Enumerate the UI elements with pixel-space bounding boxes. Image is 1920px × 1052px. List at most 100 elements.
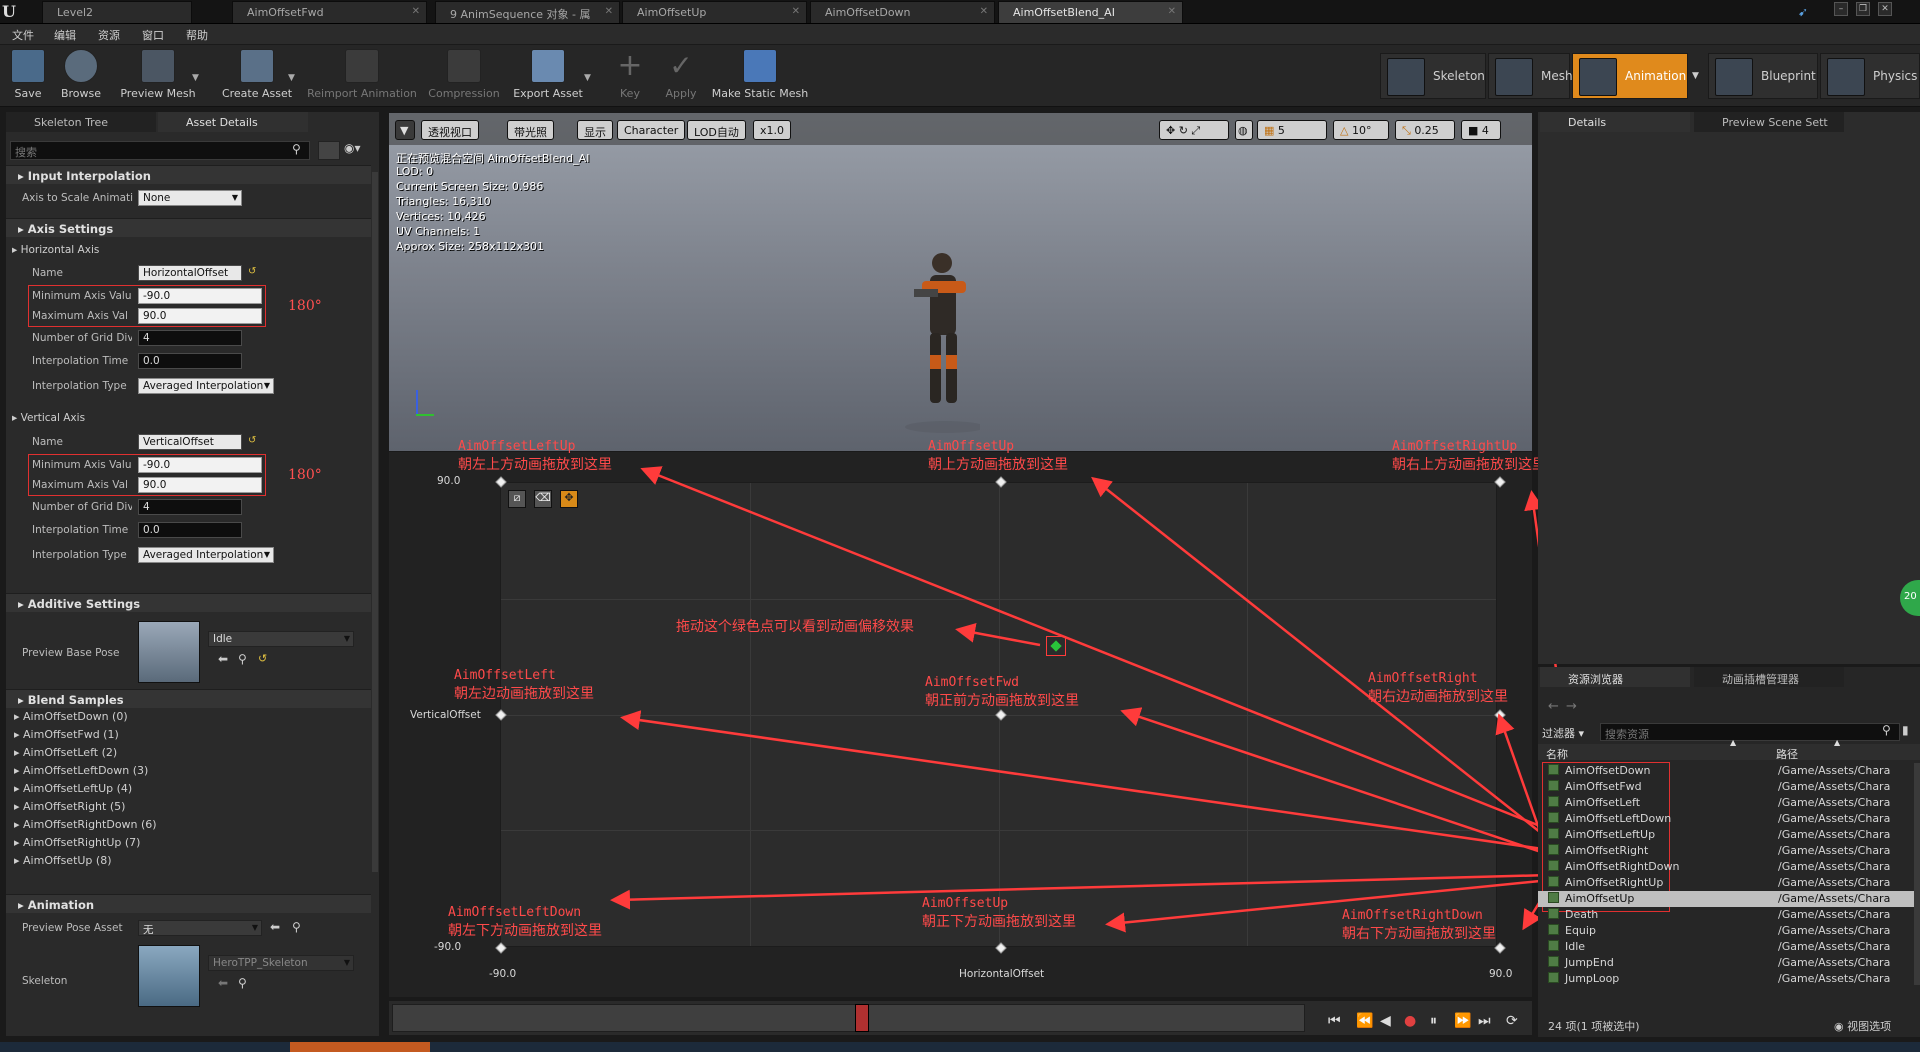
lit-button[interactable]: 带光照 — [507, 120, 554, 140]
save-button[interactable]: Save — [6, 47, 50, 105]
tab-aimoffsetdown[interactable]: AimOffsetDown ✕ — [810, 1, 995, 23]
expand-icon[interactable]: ▸ — [14, 764, 23, 777]
mode-animation[interactable]: Animation — [1572, 53, 1688, 99]
tab-aimoffsetfwd[interactable]: AimOffsetFwd ✕ — [232, 1, 427, 23]
viewport-menu-button[interactable]: ▼ — [395, 120, 415, 140]
expand-icon[interactable]: ▸ — [14, 746, 23, 759]
browse-button[interactable]: Browse — [56, 47, 106, 105]
play-reverse-icon[interactable]: ◀ — [1380, 1013, 1391, 1029]
pause-icon[interactable]: ⏸ — [1430, 1013, 1437, 1029]
h-max-field[interactable]: 90.0 — [138, 308, 262, 324]
h-name-field[interactable]: HorizontalOffset — [138, 265, 242, 281]
menu-window[interactable]: 窗口 — [142, 27, 164, 43]
reimport-button[interactable]: Reimport Animation — [306, 47, 418, 105]
scale-snap[interactable]: ⤡ 0.25 — [1395, 120, 1455, 140]
chevron-down-icon[interactable]: ▼ — [288, 73, 295, 83]
close-icon[interactable]: ✕ — [412, 6, 420, 17]
fit-icon[interactable]: ✥ — [560, 490, 578, 508]
asset-row[interactable]: AimOffsetFwd/Game/Assets/Chara — [1538, 779, 1914, 795]
section-additive-settings[interactable]: ▸ Additive Settings — [6, 593, 371, 612]
skeleton-thumbnail[interactable] — [138, 945, 200, 1007]
side-badge[interactable]: 20 — [1900, 580, 1920, 616]
loop-icon[interactable]: ⟳ — [1506, 1013, 1518, 1029]
asset-row[interactable]: AimOffsetLeftUp/Game/Assets/Chara — [1538, 827, 1914, 843]
chevron-down-icon[interactable]: ▼ — [584, 73, 591, 83]
speed-button[interactable]: x1.0 — [753, 120, 792, 140]
preview-mesh-button[interactable]: Preview Mesh — [112, 47, 204, 105]
tab-aimoffsetblend[interactable]: AimOffsetBlend_AI ✕ — [998, 1, 1183, 23]
lock-icon[interactable]: ▮ — [1902, 723, 1909, 737]
section-input-interpolation[interactable]: ▸ Input Interpolation — [6, 165, 371, 184]
tab-anim-slot-manager[interactable]: 动画插槽管理器 — [1694, 667, 1844, 687]
expand-icon[interactable]: ▸ — [14, 782, 23, 795]
asset-row[interactable]: JumpLoop/Game/Assets/Chara — [1538, 971, 1914, 985]
asset-row[interactable]: JumpEnd/Game/Assets/Chara — [1538, 955, 1914, 971]
skip-start-icon[interactable]: ⏮ — [1328, 1013, 1341, 1029]
asset-row[interactable]: AimOffsetLeft/Game/Assets/Chara — [1538, 795, 1914, 811]
triangulation-icon[interactable]: ⧄ — [508, 490, 526, 508]
column-name[interactable]: 名称 — [1546, 746, 1568, 762]
blend-sample-item[interactable]: ▸ AimOffsetLeft (2) — [14, 746, 117, 759]
axis-to-scale-dropdown[interactable]: None — [138, 190, 242, 206]
mode-blueprint[interactable]: Blueprint — [1708, 53, 1818, 99]
make-static-mesh-button[interactable]: Make Static Mesh — [710, 47, 810, 105]
blend-sample-item[interactable]: ▸ AimOffsetLeftDown (3) — [14, 764, 148, 777]
mode-skeleton[interactable]: Skeleton — [1380, 53, 1486, 99]
expand-icon[interactable]: ▸ — [14, 800, 23, 813]
scrollbar[interactable] — [372, 172, 378, 872]
view-options-button[interactable]: ◉ 视图选项 — [1834, 1018, 1891, 1034]
tab-level2[interactable]: Level2 — [42, 1, 192, 23]
tab-aimoffsetup[interactable]: AimOffsetUp ✕ — [622, 1, 807, 23]
expand-icon[interactable]: ▸ — [14, 710, 23, 723]
blend-sample-item[interactable]: ▸ AimOffsetLeftUp (4) — [14, 782, 132, 795]
camera-speed[interactable]: ■ 4 — [1461, 120, 1501, 140]
restore-icon[interactable]: ❐ — [1856, 2, 1870, 16]
close-icon[interactable]: ✕ — [980, 6, 988, 17]
expand-icon[interactable]: ▸ — [14, 818, 23, 831]
search-icon[interactable]: ⚲ — [238, 652, 247, 666]
scrub-bar[interactable] — [392, 1004, 1305, 1032]
filter-button[interactable]: 过滤器 ▾ — [1542, 725, 1584, 741]
tab-animsequence[interactable]: 9 AnimSequence 对象 - 属 ✕ — [435, 1, 620, 23]
v-min-field[interactable]: -90.0 — [138, 457, 262, 473]
forward-icon[interactable]: → — [1566, 699, 1577, 714]
asset-row[interactable]: AimOffsetRightUp/Game/Assets/Chara — [1538, 875, 1914, 891]
h-interp-time-field[interactable]: 0.0 — [138, 353, 242, 369]
expand-icon[interactable]: ▸ — [14, 836, 23, 849]
v-interp-time-field[interactable]: 0.0 — [138, 522, 242, 538]
v-interp-type-dropdown[interactable]: Averaged Interpolation — [138, 547, 274, 563]
asset-row[interactable]: Equip/Game/Assets/Chara — [1538, 923, 1914, 939]
base-pose-thumbnail[interactable] — [138, 621, 200, 683]
back-icon[interactable]: ← — [1548, 699, 1559, 714]
tab-asset-details[interactable]: Asset Details — [158, 112, 308, 132]
blend-sample-item[interactable]: ▸ AimOffsetDown (0) — [14, 710, 128, 723]
blend-sample-item[interactable]: ▸ AimOffsetRightUp (7) — [14, 836, 140, 849]
reset-icon[interactable]: ↺ — [248, 435, 256, 446]
tab-details[interactable]: Details — [1540, 112, 1690, 132]
notification-icon[interactable]: ➹ — [1798, 5, 1808, 19]
grid-snap[interactable]: ▦ 5 — [1257, 120, 1327, 140]
transform-tools[interactable]: ✥ ↻ ⤢ — [1159, 120, 1229, 140]
close-window-icon[interactable]: ✕ — [1878, 2, 1892, 16]
section-axis-settings[interactable]: ▸ Axis Settings — [6, 218, 371, 237]
skip-end-icon[interactable]: ⏭ — [1478, 1013, 1491, 1029]
reset-icon[interactable]: ↺ — [248, 266, 256, 277]
base-pose-dropdown[interactable]: Idle — [208, 631, 354, 647]
column-path[interactable]: 路径 — [1776, 746, 1798, 762]
v-name-field[interactable]: VerticalOffset — [138, 434, 242, 450]
h-interp-type-dropdown[interactable]: Averaged Interpolation — [138, 378, 274, 394]
key-button[interactable]: + Key — [610, 47, 650, 105]
scrub-handle[interactable] — [855, 1004, 869, 1032]
compression-button[interactable]: Compression — [424, 47, 504, 105]
blend-sample-item[interactable]: ▸ AimOffsetRightDown (6) — [14, 818, 157, 831]
taskbar-active-item[interactable] — [290, 1042, 430, 1052]
minimize-icon[interactable]: – — [1834, 2, 1848, 16]
close-icon[interactable]: ✕ — [792, 6, 800, 17]
asset-row[interactable]: AimOffsetLeftDown/Game/Assets/Chara — [1538, 811, 1914, 827]
tab-content-browser[interactable]: 资源浏览器 — [1540, 667, 1690, 687]
eye-icon[interactable]: ◉▾ — [344, 141, 374, 160]
angle-snap[interactable]: △ 10° — [1333, 120, 1389, 140]
h-grid-field[interactable]: 4 — [138, 330, 242, 346]
search-input[interactable]: 搜索 — [10, 141, 310, 160]
section-blend-samples[interactable]: ▸ Blend Samples — [6, 689, 371, 708]
